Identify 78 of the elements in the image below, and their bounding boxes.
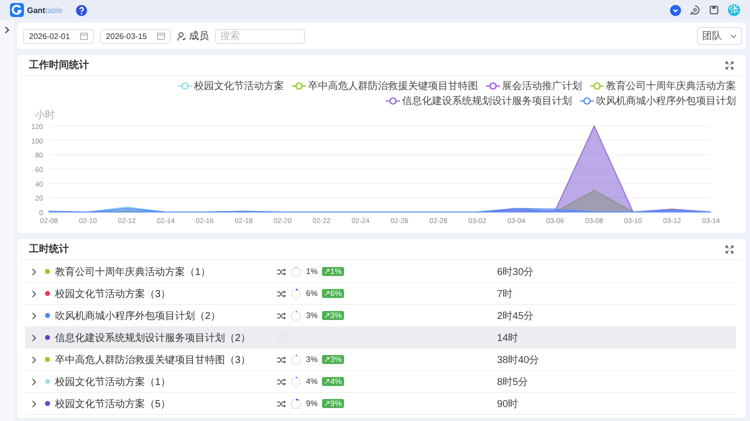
change-badge: ↗3% <box>322 311 344 320</box>
logo-icon <box>10 3 24 17</box>
save-icon[interactable] <box>709 5 719 15</box>
change-badge: ↗3% <box>322 355 344 364</box>
project-name: 吹风机商城小程序外包项目计划（2） <box>55 310 221 322</box>
card-title: 工时统计 <box>29 242 69 256</box>
progress-ring <box>290 310 302 322</box>
card-title: 工作时间统计 <box>29 58 89 72</box>
progress-percent: 4% <box>306 377 318 386</box>
shuffle-icon <box>277 356 286 364</box>
person-icon <box>176 32 186 40</box>
progress-ring <box>290 288 302 300</box>
expand-icon[interactable] <box>31 378 37 386</box>
fullscreen-icon[interactable] <box>725 60 734 70</box>
table-row[interactable]: 教育公司十周年庆典活动方案（1） 1% ↗1% 6时30分 <box>25 261 736 283</box>
shuffle-icon <box>277 378 286 386</box>
legend-item[interactable]: 校园文化节活动方案 <box>178 79 284 93</box>
progress-percent: 6% <box>306 289 318 298</box>
progress-ring <box>290 354 302 366</box>
help-icon[interactable] <box>76 4 87 16</box>
change-badge: ↗4% <box>322 377 344 386</box>
project-name: 校园文化节活动方案（5） <box>55 398 171 410</box>
app-logo-text: Ganttable <box>27 6 63 14</box>
legend-item[interactable]: 教育公司十周年庆典活动方案 <box>590 79 736 93</box>
member-label: 成员 <box>188 30 209 43</box>
shuffle-icon <box>277 268 286 276</box>
calendar-icon <box>80 32 88 40</box>
expand-sidebar-icon[interactable] <box>4 26 10 34</box>
caret-icon <box>730 34 737 38</box>
progress-ring <box>290 266 302 278</box>
hours-value: 38时40分 <box>497 354 540 366</box>
group-select[interactable]: 团队 <box>697 27 742 45</box>
progress-percent: 3% <box>306 311 318 320</box>
shuffle-icon <box>277 400 286 408</box>
shuffle-icon <box>277 312 286 320</box>
hours-value: 2时45分 <box>497 310 535 322</box>
project-name: 校园文化节活动方案（3） <box>55 288 171 300</box>
change-badge: ↗6% <box>322 289 344 298</box>
expand-icon[interactable] <box>31 312 37 320</box>
progress-ring <box>290 376 302 388</box>
start-date-field[interactable]: 2026-02-01 <box>23 28 94 44</box>
project-name: 教育公司十周年庆典活动方案（1） <box>55 266 211 278</box>
chat-icon[interactable] <box>690 5 700 15</box>
hours-value: 7时 <box>497 288 514 300</box>
hours-value: 6时30分 <box>497 266 535 278</box>
search-field[interactable]: 搜索 <box>214 28 305 44</box>
dropdown-icon[interactable] <box>670 4 681 16</box>
change-badge: ↗9% <box>322 399 344 408</box>
progress-percent: 1% <box>306 267 318 276</box>
table-row[interactable]: 校园文化节活动方案（3） 6% ↗6% 7时 <box>25 283 736 305</box>
table-row[interactable]: 信息化建设系统规划设计服务项目计划（2） 14时 <box>25 327 736 349</box>
y-axis-label: 小时 <box>35 110 55 121</box>
expand-icon[interactable] <box>31 334 37 342</box>
calendar-icon <box>156 32 165 40</box>
progress-percent: 3% <box>306 355 318 364</box>
hours-value: 8时5分 <box>497 376 530 388</box>
project-name: 校园文化节活动方案（1） <box>55 376 171 388</box>
legend-item[interactable]: 信息化建设系统规划设计服务项目计划 <box>386 94 572 108</box>
change-badge: ↗1% <box>322 267 344 276</box>
legend-item[interactable]: 卒中高危人群防治救援关键项目甘特图 <box>292 79 478 93</box>
legend-item[interactable]: 吹风机商城小程序外包项目计划 <box>580 94 736 108</box>
project-name: 卒中高危人群防治救援关键项目甘特图（3） <box>55 354 251 366</box>
end-date-field[interactable]: 2026-03-15 <box>100 28 171 44</box>
project-name: 信息化建设系统规划设计服务项目计划（2） <box>55 332 251 344</box>
progress-ring <box>290 398 302 410</box>
hours-value: 90时 <box>497 398 520 410</box>
expand-icon[interactable] <box>31 400 37 408</box>
legend-item[interactable]: 展会活动推广计划 <box>486 79 582 93</box>
expand-icon[interactable] <box>31 268 37 276</box>
table-row[interactable]: 校园文化节活动方案（1） 4% ↗4% 8时5分 <box>25 371 736 393</box>
expand-icon[interactable] <box>31 356 37 364</box>
progress-percent: 9% <box>306 399 318 408</box>
hours-value: 14时 <box>497 332 520 344</box>
fullscreen-icon[interactable] <box>725 244 734 254</box>
table-row[interactable]: 卒中高危人群防治救援关键项目甘特图（3） 3% ↗3% 38时40分 <box>25 349 736 371</box>
expand-icon[interactable] <box>31 290 37 298</box>
shuffle-icon <box>277 290 286 298</box>
table-row[interactable]: 校园文化节活动方案（5） 9% ↗9% 90时 <box>25 393 736 415</box>
